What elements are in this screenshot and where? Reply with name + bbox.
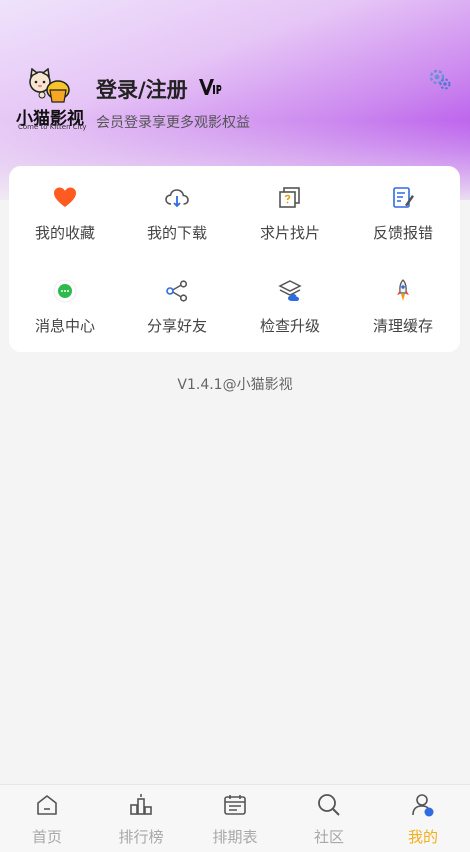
heart-icon (54, 187, 76, 207)
rocket-icon (397, 279, 409, 301)
tab-mine[interactable]: 我的 (376, 785, 470, 852)
version-text: V1.4.1@小猫影视 (177, 377, 293, 393)
menu-item-label: 我的收藏 (34, 224, 95, 242)
menu-item-label: 分享好友 (146, 317, 207, 335)
menu-item-label: 我的下载 (146, 224, 207, 242)
gear-icon[interactable] (428, 68, 452, 92)
tab-label: 首页 (31, 828, 62, 846)
menu-item-label: 消息中心 (34, 317, 95, 335)
bottom-tab-bar: 首页 排行榜 排期表 社区 我的 (0, 784, 470, 852)
menu-item-upgrade[interactable]: 检查升级 (234, 259, 346, 339)
menu-item-label: 清理缓存 (372, 317, 433, 335)
tab-home[interactable]: 首页 (0, 785, 94, 852)
message-icon (53, 279, 77, 303)
menu-card: 我的收藏 我的下载 求片找片 反馈报错 消息中心 分享好友 检查升级 清理缓存 (9, 166, 460, 352)
upgrade-layers-icon (278, 280, 302, 301)
tab-schedule[interactable]: 排期表 (188, 785, 282, 852)
tab-ranking[interactable]: 排行榜 (94, 785, 188, 852)
menu-item-request[interactable]: 求片找片 (234, 166, 346, 246)
tab-label: 排行榜 (118, 828, 164, 846)
tab-label: 排期表 (212, 828, 258, 846)
question-doc-icon (279, 187, 300, 208)
menu-item-feedback[interactable]: 反馈报错 (347, 166, 459, 246)
tab-community[interactable]: 社区 (282, 785, 376, 852)
logo-subtext: Come to Kitten City (18, 123, 87, 131)
share-icon (166, 280, 188, 302)
vip-badge-icon (199, 79, 222, 95)
menu-item-clear-cache[interactable]: 清理缓存 (347, 259, 459, 339)
menu-item-messages[interactable]: 消息中心 (9, 259, 121, 339)
search-icon (318, 794, 340, 816)
menu-item-label: 反馈报错 (372, 224, 433, 242)
ranking-icon (130, 794, 152, 815)
menu-item-share[interactable]: 分享好友 (121, 259, 233, 339)
home-icon (37, 795, 57, 815)
menu-item-label: 求片找片 (259, 224, 320, 242)
profile-icon (412, 794, 434, 817)
menu-item-label: 检查升级 (259, 317, 320, 335)
tab-label: 我的 (407, 828, 438, 846)
cloud-download-icon (165, 189, 189, 208)
calendar-icon (224, 795, 246, 815)
menu-item-downloads[interactable]: 我的下载 (121, 166, 233, 246)
tab-label: 社区 (313, 828, 344, 846)
menu-item-favorites[interactable]: 我的收藏 (9, 166, 121, 246)
feedback-pen-icon (393, 187, 414, 208)
login-register-link[interactable]: 登录/注册 (96, 74, 188, 104)
login-subtitle: 会员登录享更多观影权益 (96, 115, 250, 131)
